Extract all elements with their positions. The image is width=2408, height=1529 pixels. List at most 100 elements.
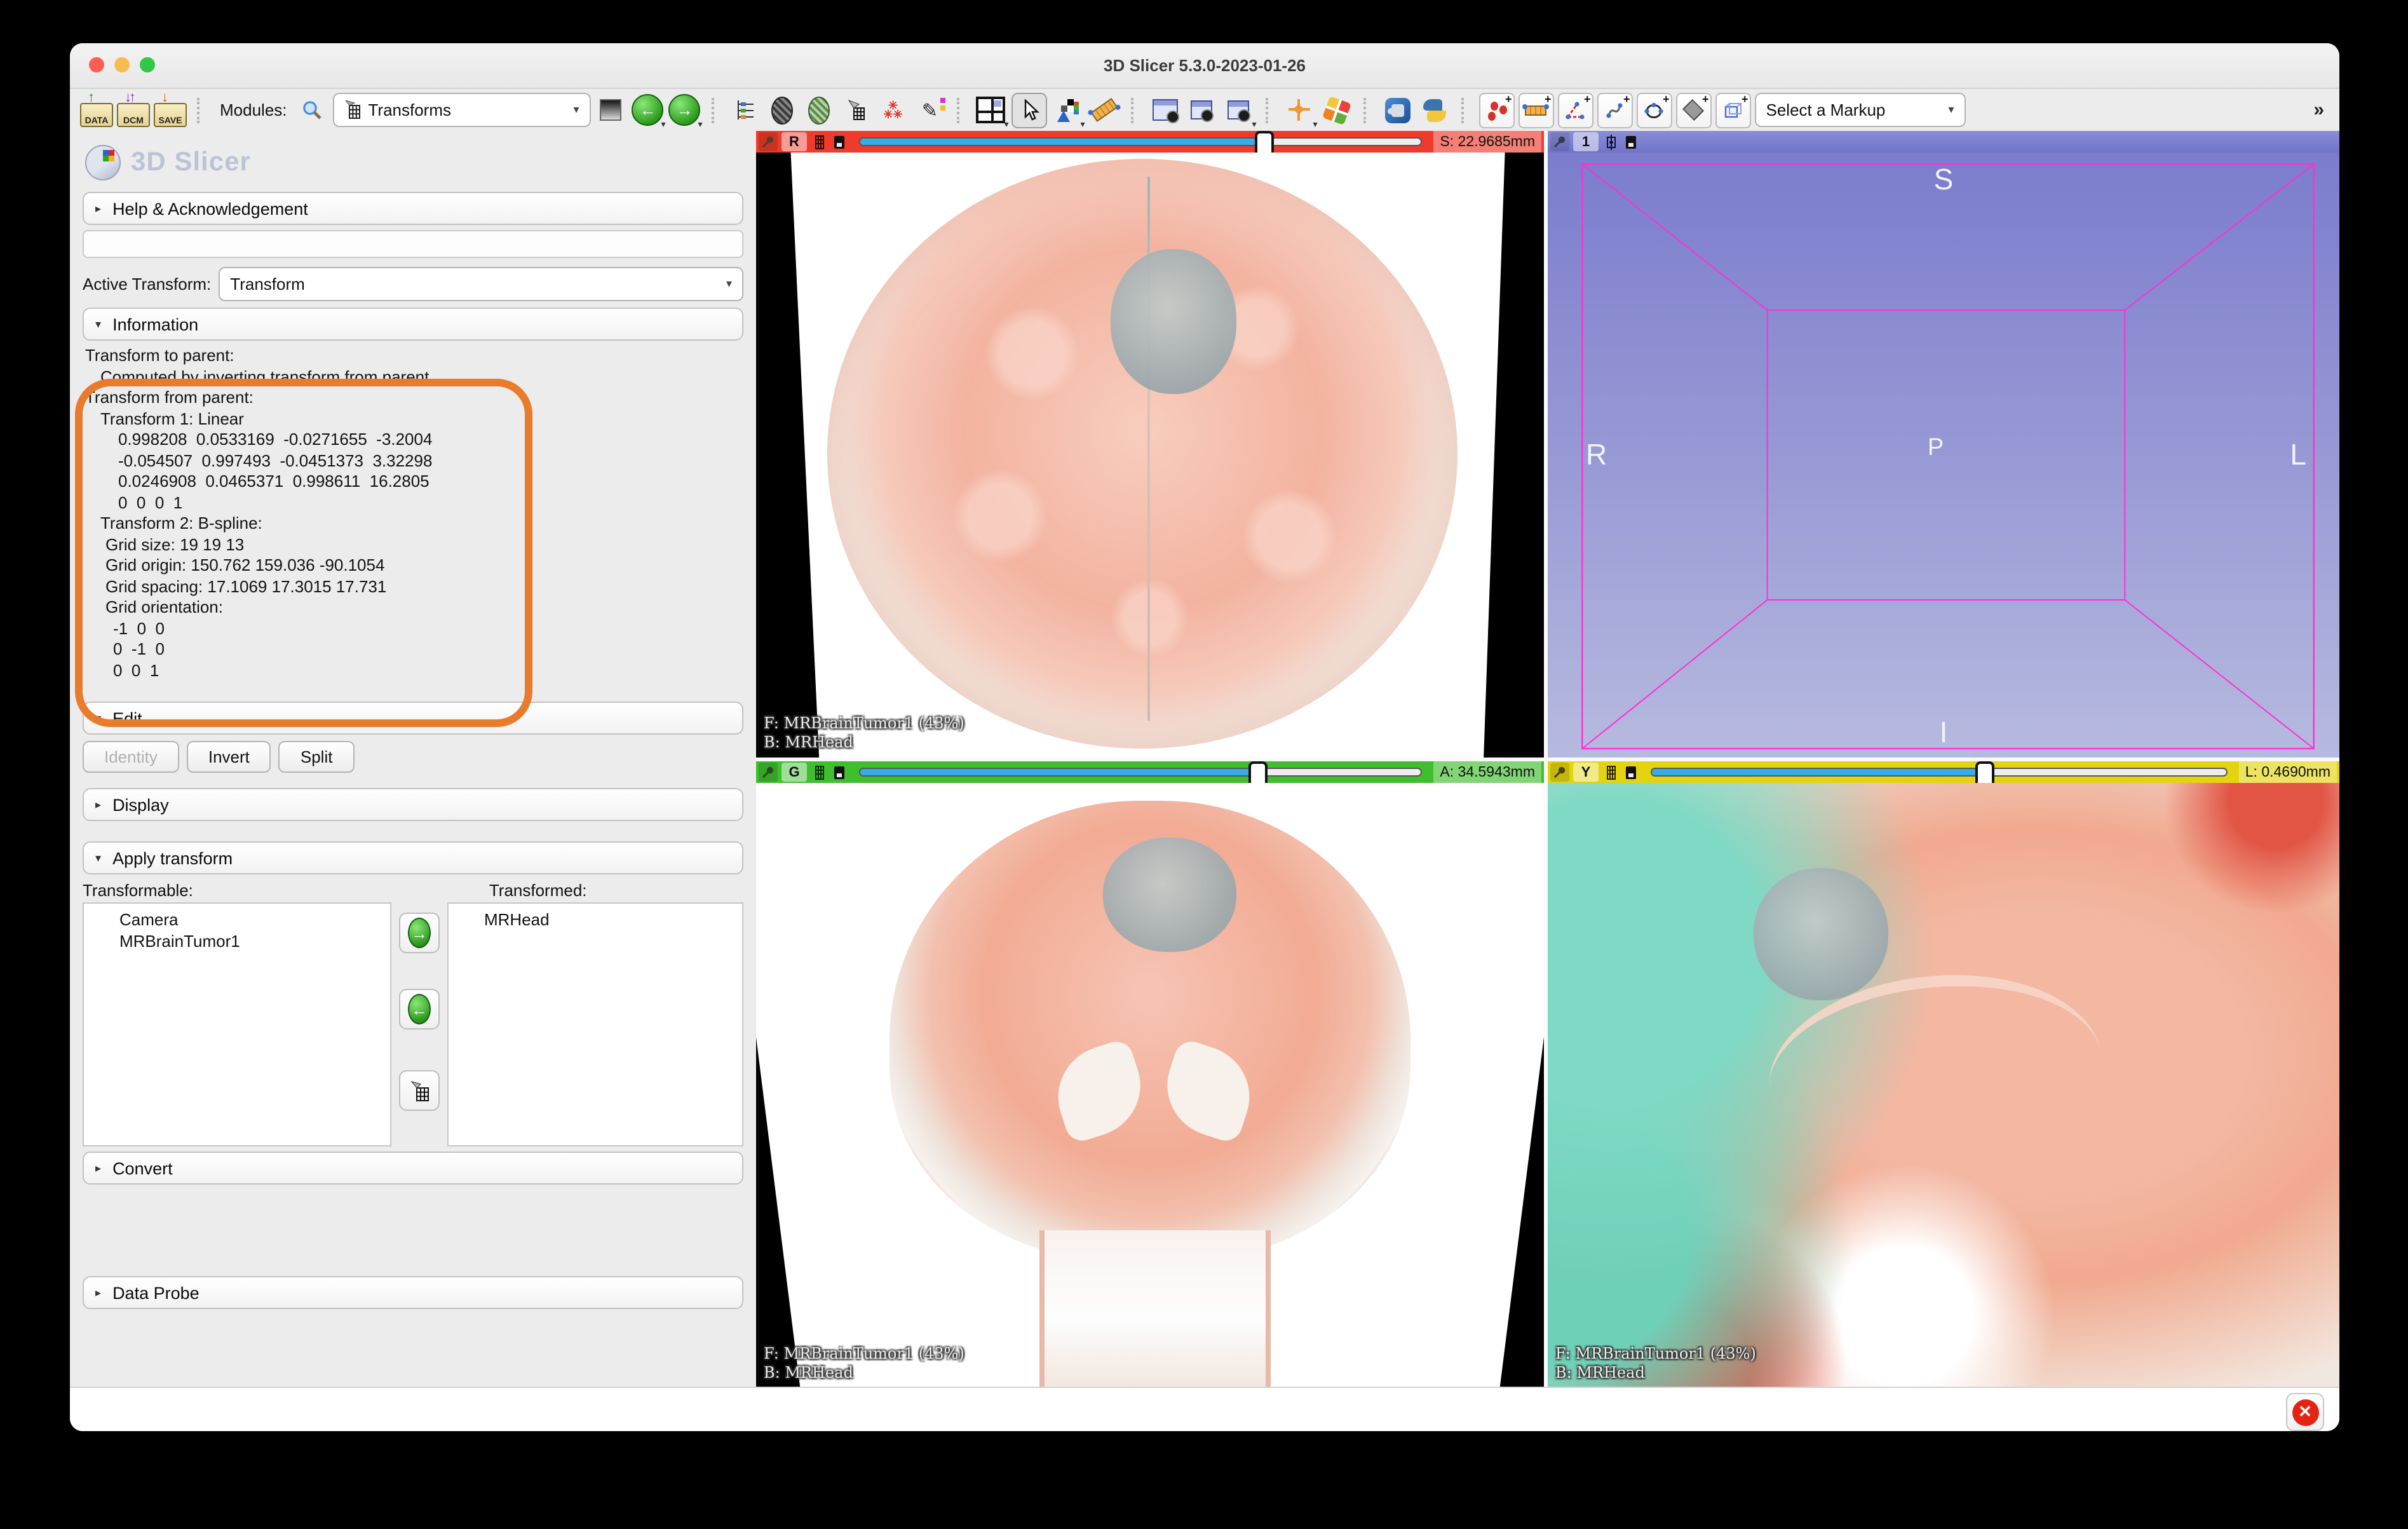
toolbar-overflow-button[interactable]: » (2313, 99, 2324, 121)
view-menu-icon[interactable] (1623, 764, 1639, 780)
list-item[interactable]: Camera (84, 909, 390, 930)
apply-transform-lists: Camera MRBrainTumor1 → ← (83, 902, 743, 1146)
section-convert[interactable]: ▸ Convert (83, 1152, 743, 1185)
section-help-acknowledgement[interactable]: ▸ Help & Acknowledgement (83, 192, 743, 225)
markups-module-button[interactable]: ✳✳✳ (877, 92, 910, 128)
volumes-module-button[interactable] (766, 92, 799, 128)
color-swatch-icon (940, 105, 945, 110)
left-arrow-icon: ← (408, 994, 431, 1024)
create-line-button[interactable]: + (1519, 92, 1554, 128)
save-button[interactable]: ↓ SAVE (154, 92, 187, 128)
identity-button[interactable]: Identity (83, 741, 179, 773)
extensions-wizard-button[interactable] (1320, 92, 1353, 128)
create-plane-button[interactable]: + (1676, 92, 1712, 128)
transformed-list[interactable]: MRHead (447, 902, 743, 1146)
pin-icon[interactable] (759, 763, 778, 782)
split-button[interactable]: Split (279, 741, 355, 773)
next-module-button[interactable]: → ▾ (668, 92, 701, 128)
create-roi-button[interactable]: + (1715, 92, 1751, 128)
background-layer-label: B: MRHead (764, 1364, 964, 1383)
layout-selector-button[interactable]: ▾ (975, 92, 1008, 128)
create-point-list-button[interactable]: + (1479, 92, 1515, 128)
harden-transform-button[interactable] (399, 1070, 440, 1111)
plus-icon: + (1702, 92, 1709, 105)
error-log-button[interactable]: ✕ (2286, 1393, 2324, 1431)
chevron-down-icon: ▾ (661, 119, 665, 129)
transformable-list[interactable]: Camera MRBrainTumor1 (83, 902, 391, 1146)
view-menu-icon[interactable] (1623, 133, 1639, 150)
load-dicom-button[interactable]: ↓↑ DCM (117, 92, 150, 128)
annotations-button[interactable]: ✎ (914, 92, 947, 128)
background-layer-label: B: MRHead (1555, 1364, 1756, 1383)
load-data-button[interactable]: ↑ DATA (80, 92, 113, 128)
transform-grid-icon[interactable] (1602, 764, 1619, 780)
chevron-down-icon: ▾ (1313, 119, 1317, 129)
list-item[interactable]: MRBrainTumor1 (84, 930, 390, 952)
module-history-button[interactable] (595, 92, 628, 128)
section-data-probe[interactable]: ▸ Data Probe (83, 1276, 743, 1309)
models-module-button[interactable] (803, 92, 836, 128)
adjust-window-level-button[interactable]: ▾ (1051, 92, 1084, 128)
mouse-interaction-mode-button[interactable] (1011, 92, 1047, 128)
transform-information: Transform to parent: Computed by inverti… (83, 346, 743, 681)
python-console-button[interactable] (1418, 92, 1451, 128)
create-open-curve-button[interactable]: + (1597, 92, 1633, 128)
foreground-layer-label: F: MRBrainTumor1 (43%) (1555, 1345, 1756, 1364)
view-menu-icon[interactable] (831, 764, 848, 780)
roi-box-icon (1722, 100, 1744, 120)
create-angle-button[interactable]: + (1558, 92, 1593, 128)
subject-hierarchy-button[interactable] (729, 92, 762, 128)
module-panel: 3D Slicer ▸ Help & Acknowledgement Activ… (70, 131, 756, 1388)
red-slice-slider[interactable] (859, 137, 1422, 146)
pin-icon[interactable] (1550, 763, 1569, 782)
information-section-label: Information (112, 315, 198, 334)
green-slice-canvas[interactable]: F: MRBrainTumor1 (43%) B: MRHead (756, 783, 1544, 1388)
screenshot-button[interactable] (1149, 92, 1182, 128)
section-edit[interactable]: ▾ Edit (83, 702, 743, 735)
info-line: 0.998208 0.0533169 -0.0271655 -3.2004 (83, 430, 743, 451)
previous-module-button[interactable]: ← ▾ (632, 92, 665, 128)
threed-canvas[interactable]: S I R L P (1548, 153, 2339, 758)
apply-transform-button[interactable]: → (399, 913, 440, 953)
chevron-down-icon: ▾ (726, 277, 732, 291)
transform-grid-icon[interactable] (811, 133, 827, 150)
create-closed-curve-button[interactable]: + (1637, 92, 1672, 128)
python-icon (1422, 97, 1447, 123)
scene-view-button[interactable] (1186, 92, 1219, 128)
yellow-slice-canvas[interactable]: F: MRBrainTumor1 (43%) B: MRHead (1548, 783, 2339, 1388)
crosshair-button[interactable]: ▾ (1283, 92, 1316, 128)
yellow-slice-slider[interactable] (1651, 768, 2228, 777)
volume-icon (772, 96, 794, 124)
puzzle-icon (1385, 97, 1410, 123)
transform-grid-icon[interactable] (811, 764, 827, 780)
active-transform-selector[interactable]: Transform ▾ (219, 267, 743, 301)
module-selector[interactable]: Transforms ▾ (333, 93, 591, 127)
center-view-icon[interactable] (1602, 133, 1619, 150)
dicom-arrows-icon: ↓↑ (125, 91, 133, 104)
screen-capture-icon (1153, 99, 1178, 121)
red-slice-canvas[interactable]: F: MRBrainTumor1 (43%) B: MRHead (756, 153, 1544, 758)
pin-icon[interactable] (1550, 132, 1569, 151)
module-search-button[interactable] (296, 92, 329, 128)
view-menu-icon[interactable] (831, 133, 848, 150)
section-display[interactable]: ▸ Display (83, 788, 743, 821)
extension-manager-button[interactable] (1381, 92, 1414, 128)
section-apply-transform[interactable]: ▾ Apply transform (83, 841, 743, 874)
remove-transform-button[interactable]: ← (399, 989, 440, 1030)
transforms-module-button[interactable] (840, 92, 873, 128)
list-item[interactable]: MRHead (449, 909, 742, 930)
pin-icon[interactable] (759, 132, 778, 151)
invert-button[interactable]: Invert (187, 741, 271, 773)
section-information[interactable]: ▾ Information (83, 308, 743, 341)
green-slice-slider[interactable] (859, 768, 1422, 777)
chevron-down-icon: ▾ (1948, 103, 1954, 117)
image-bound-right (1386, 1037, 1544, 1388)
scene-view-menu-button[interactable]: ▾ (1222, 92, 1255, 128)
info-line: Grid origin: 150.762 159.036 -90.1054 (83, 555, 743, 576)
markup-selector[interactable]: Select a Markup ▾ (1755, 93, 1966, 127)
hierarchy-tree-icon (734, 99, 757, 121)
green-slice-controller: G A: 34.5943mm (756, 761, 1544, 783)
ruler-button[interactable] (1088, 92, 1121, 128)
line-icon (1525, 105, 1547, 115)
toolbar-separator (1266, 97, 1273, 123)
